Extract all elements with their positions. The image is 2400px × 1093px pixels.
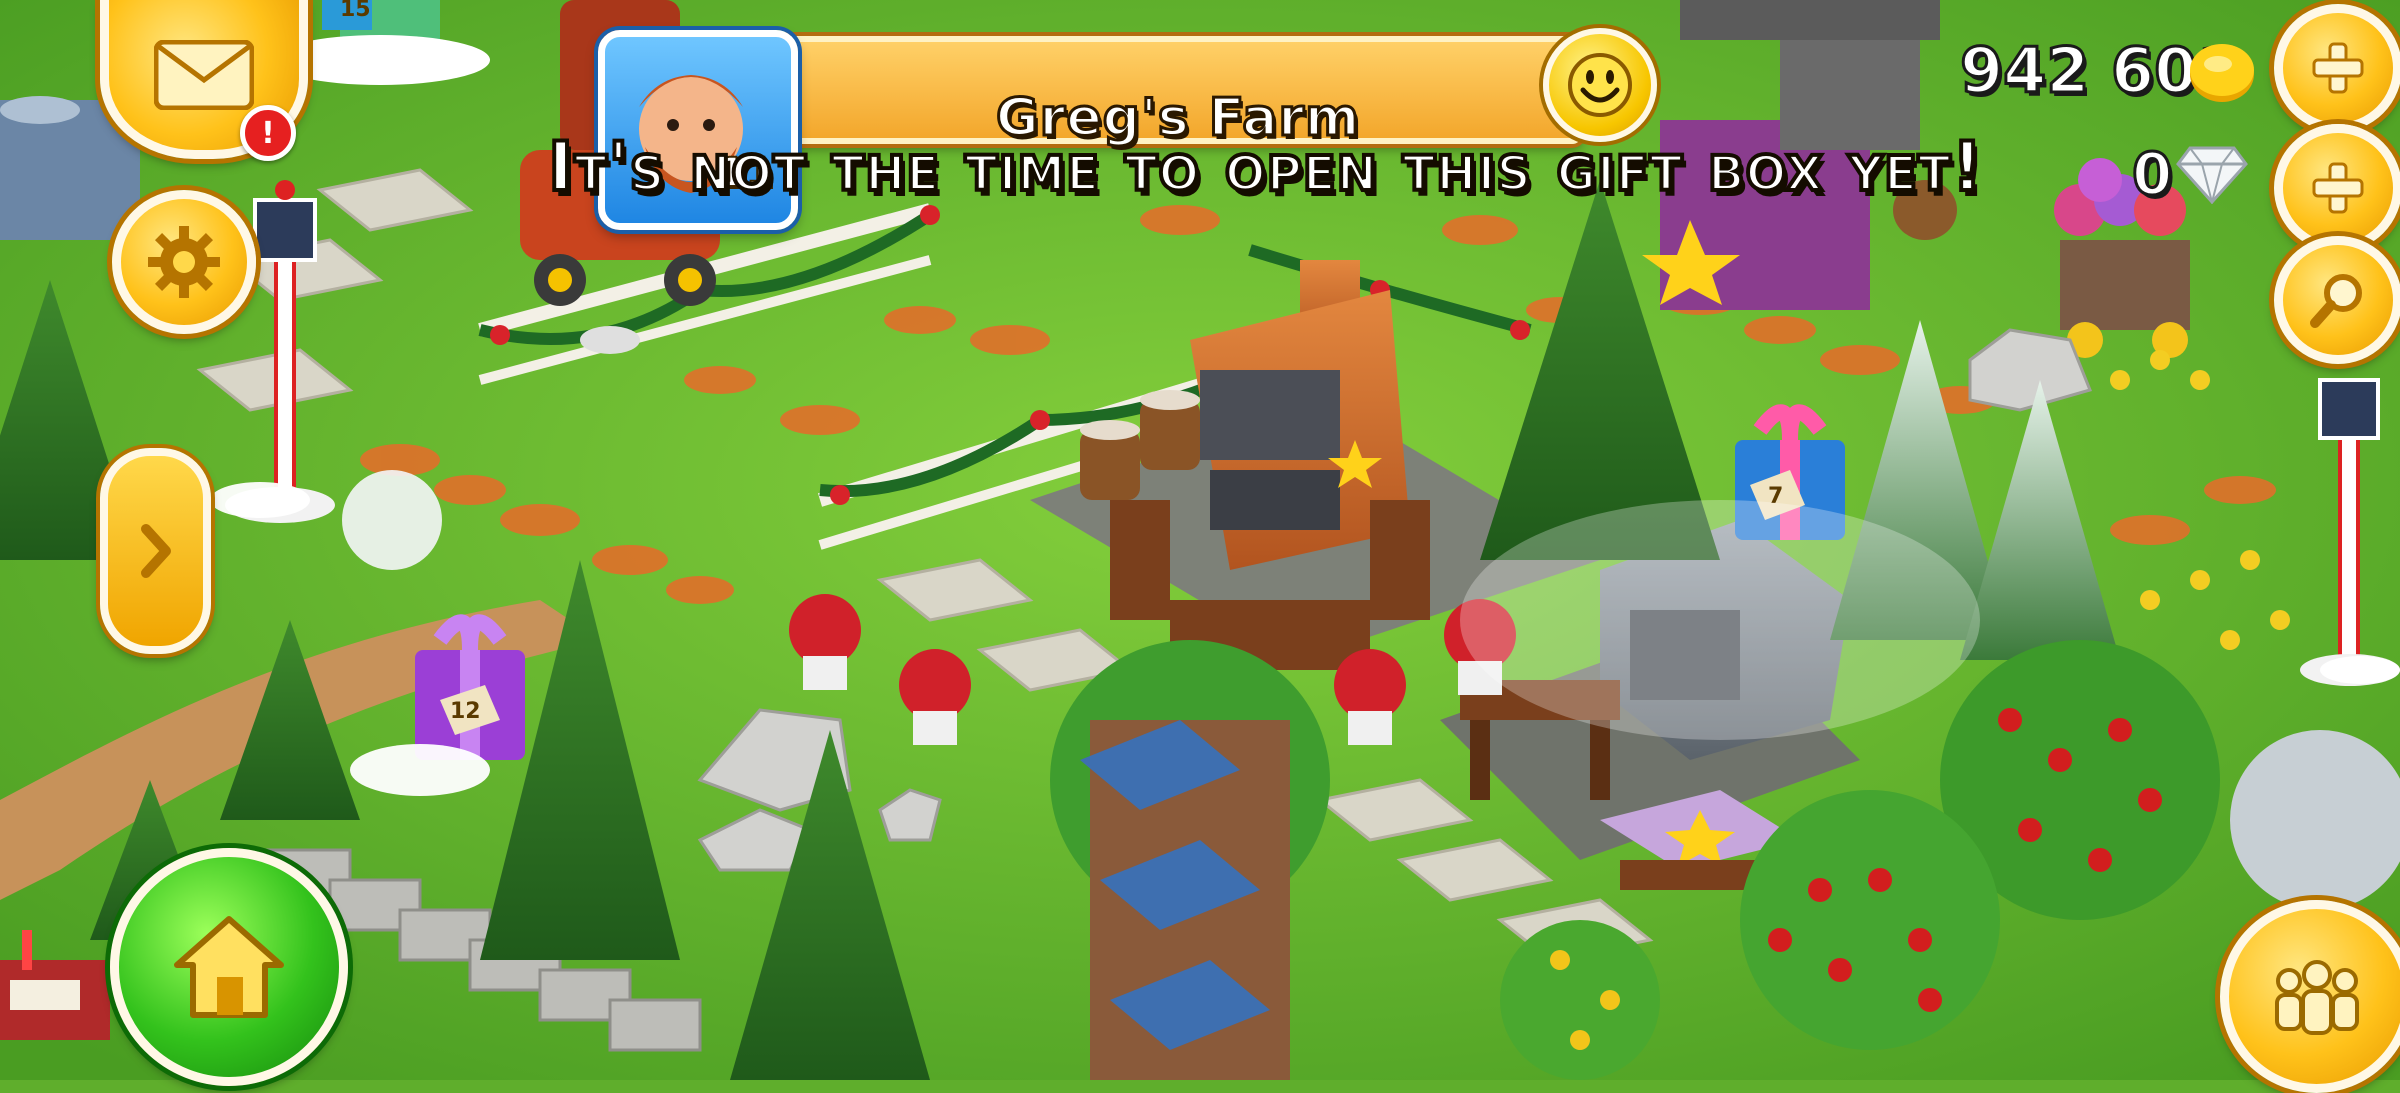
notification-message: It's not the time to open this gift box …: [546, 126, 1985, 209]
settings-button[interactable]: [112, 190, 256, 334]
gem-count: 0: [2130, 139, 2173, 210]
friends-button[interactable]: [2220, 900, 2400, 1093]
plus-icon: [2312, 42, 2364, 94]
buy-gems-button[interactable]: [2274, 124, 2400, 252]
expand-menu-button[interactable]: [100, 448, 211, 654]
mail-alert-badge: !: [240, 105, 296, 161]
smiley-face-icon: [1568, 53, 1632, 117]
chevron-right-icon: [140, 524, 171, 578]
people-icon: [2274, 959, 2359, 1035]
fog: [1460, 500, 1980, 740]
snowball: [342, 470, 442, 570]
gift-box-15[interactable]: 15: [322, 0, 372, 30]
gear-icon: [148, 226, 220, 298]
envelope-icon: [154, 40, 254, 110]
diamond-icon: [2176, 146, 2248, 204]
home-button[interactable]: [110, 848, 348, 1086]
buy-coins-button[interactable]: [2274, 4, 2400, 132]
plus-icon: [2312, 162, 2364, 214]
gift-label: 12: [450, 699, 481, 724]
house-icon: [174, 916, 284, 1018]
squirrel-treehouse: [1050, 640, 1330, 1080]
friends-status-button[interactable]: [1543, 28, 1657, 142]
gift-label: 15: [340, 0, 371, 22]
coin-icon: [2190, 44, 2254, 102]
search-button[interactable]: [2274, 236, 2400, 364]
magnifier-icon: [2310, 274, 2362, 328]
